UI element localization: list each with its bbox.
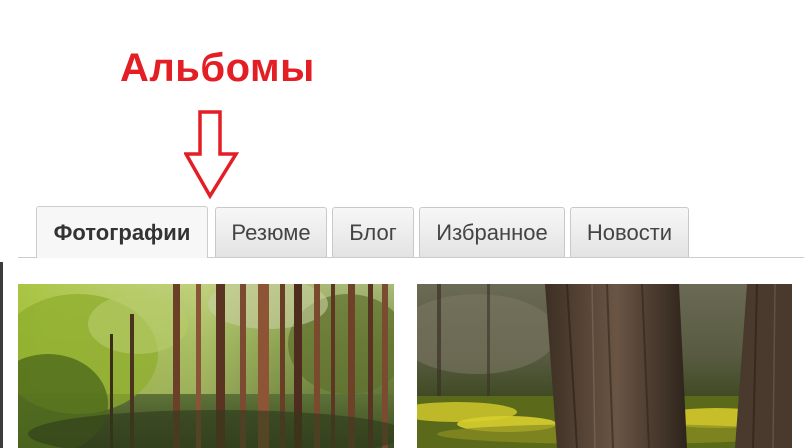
profile-tabs: Фотографии Резюме Блог Избранное Новости: [18, 206, 804, 258]
album-photo-trees[interactable]: [417, 284, 792, 448]
down-arrow-icon: [184, 110, 240, 200]
tab-photos[interactable]: Фотографии: [36, 206, 208, 258]
page: Альбомы Фотографии Резюме Блог Избранное…: [0, 0, 804, 448]
tab-blog[interactable]: Блог: [332, 207, 414, 257]
tab-favorites[interactable]: Избранное: [419, 207, 565, 257]
left-edge-divider: [0, 262, 3, 448]
album-photo-forest[interactable]: [18, 284, 394, 448]
tab-news[interactable]: Новости: [570, 207, 689, 257]
annotation-label: Альбомы: [120, 46, 315, 90]
tab-resume[interactable]: Резюме: [215, 207, 327, 257]
